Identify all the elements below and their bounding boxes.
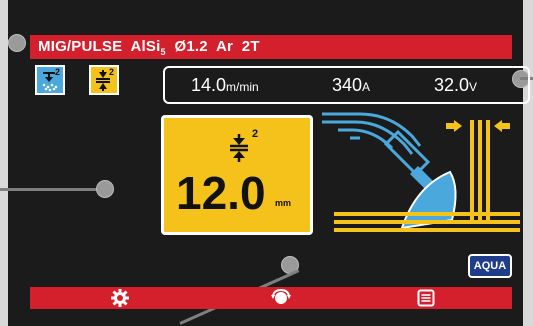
title-diameter: Ø1.2 (174, 38, 208, 55)
voltage-readout: 32.0V (434, 75, 477, 96)
thickness-icon (96, 70, 110, 91)
wire-speed-readout: 14.0m/min (191, 75, 259, 96)
callout-leader-left-mid (0, 188, 100, 191)
current-readout: 340A (332, 75, 370, 96)
thickness-icon (230, 134, 248, 162)
title-material-sub: 5 (160, 47, 166, 57)
title-bar: MIG/PULSE AlSi5 Ø1.2 Ar 2T (30, 35, 512, 59)
pulse-spray-mode-button[interactable]: 2 (35, 65, 65, 95)
settings-button[interactable] (100, 287, 140, 309)
rotate-icon (271, 288, 291, 304)
callout-dot-graphic (96, 180, 114, 198)
params-panel[interactable]: 14.0m/min 340A 32.0V (163, 66, 530, 104)
main-sup: 2 (252, 128, 259, 140)
menu-list-icon (417, 289, 435, 307)
title-material: AlSi (130, 38, 161, 55)
welding-torch-illustration (322, 112, 520, 232)
bottom-bar (30, 287, 512, 309)
wire-speed-unit: m/min (226, 80, 259, 94)
wire-speed-value: 14.0 (191, 75, 227, 95)
thickness-mode-button[interactable]: 2 (89, 65, 119, 95)
thickness-value-box[interactable]: 2 12.0 mm (161, 115, 313, 235)
rotate-button[interactable] (261, 287, 301, 309)
title-gas: Ar (215, 38, 234, 55)
pulse-spray-icon (42, 72, 58, 92)
menu-list-button[interactable] (406, 287, 446, 309)
main-value: 12.0 (176, 167, 266, 219)
main-unit: mm (275, 198, 292, 208)
aqua-button[interactable]: AQUA (468, 254, 512, 278)
title-trigger: 2T (241, 38, 260, 55)
title-mode: MIG/PULSE (38, 38, 123, 55)
voltage-unit: V (469, 80, 478, 94)
aqua-label: AQUA (473, 260, 507, 272)
voltage-value: 32.0 (434, 75, 470, 95)
gear-icon (111, 289, 129, 307)
callout-dot-title (8, 34, 26, 52)
current-unit: A (362, 80, 371, 94)
current-value: 340 (332, 75, 363, 95)
